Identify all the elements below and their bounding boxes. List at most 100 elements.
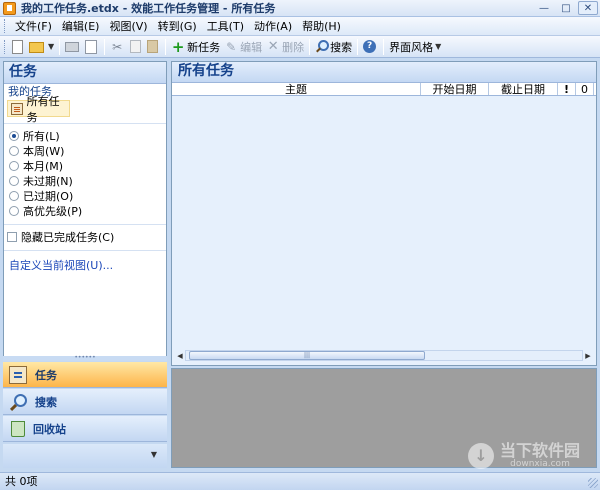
panel-title: 任务 bbox=[4, 62, 166, 84]
open-file-button[interactable]: ▼ bbox=[27, 38, 56, 56]
delete-button[interactable]: ✕ 删除 bbox=[264, 38, 306, 56]
scroll-thumb[interactable]: ||| bbox=[189, 351, 425, 360]
menu-actions[interactable]: 动作(A) bbox=[249, 18, 297, 35]
chevron-down-icon[interactable]: ▼ bbox=[151, 450, 157, 459]
window-controls: — □ ✕ bbox=[534, 1, 598, 15]
task-list-panel: 所有任务 主题 开始日期 截止日期 ! 0 ◀ ||| ▶ bbox=[171, 61, 597, 366]
nav-tasks-button[interactable]: 任务 bbox=[3, 362, 167, 388]
window-title: 我的工作任务.etdx - 效能工作任务管理 - 所有任务 bbox=[21, 2, 276, 15]
divider bbox=[4, 250, 166, 251]
watermark-title: 当下软件园 bbox=[499, 441, 580, 460]
column-start-date[interactable]: 开始日期 bbox=[421, 83, 489, 96]
title-bar: 我的工作任务.etdx - 效能工作任务管理 - 所有任务 — □ ✕ bbox=[0, 0, 600, 17]
menu-tools[interactable]: 工具(T) bbox=[202, 18, 249, 35]
pencil-icon: ✎ bbox=[226, 39, 237, 54]
delete-label: 删除 bbox=[282, 40, 305, 54]
toolbar-separator bbox=[309, 38, 311, 55]
watermark: ↓ 当下软件园 downxia.com bbox=[467, 441, 580, 469]
task-list-icon bbox=[11, 102, 23, 115]
task-list-icon bbox=[9, 365, 27, 384]
paste-icon bbox=[147, 40, 159, 53]
edit-button[interactable]: ✎ 编辑 bbox=[222, 38, 264, 56]
column-priority[interactable]: ! bbox=[558, 83, 576, 96]
hide-completed-toggle[interactable]: 隐藏已完成任务(C) bbox=[4, 229, 166, 244]
task-grid-header: 主题 开始日期 截止日期 ! 0 bbox=[172, 82, 596, 96]
search-icon bbox=[315, 40, 330, 53]
new-document-icon bbox=[12, 39, 23, 54]
radio-button[interactable] bbox=[9, 130, 19, 141]
radio-button[interactable] bbox=[9, 160, 19, 171]
filter-label: 高优先级(P) bbox=[23, 204, 83, 218]
menu-help[interactable]: 帮助(H) bbox=[297, 18, 346, 35]
help-button[interactable]: ? bbox=[361, 38, 380, 56]
filter-this-week[interactable]: 本周(W) bbox=[9, 143, 166, 158]
divider bbox=[4, 224, 166, 225]
filter-overdue[interactable]: 已过期(O) bbox=[9, 188, 166, 203]
view-title: 所有任务 bbox=[172, 62, 596, 82]
toolbar-separator bbox=[59, 38, 61, 55]
menu-grip[interactable] bbox=[4, 19, 7, 33]
scroll-right-icon[interactable]: ▶ bbox=[583, 352, 593, 360]
menu-edit[interactable]: 编辑(E) bbox=[57, 18, 105, 35]
printer-icon bbox=[65, 41, 80, 52]
filter-high-priority[interactable]: 高优先级(P) bbox=[9, 203, 166, 218]
filter-radio-group: 所有(L) 本周(W) 本月(M) 未过期(N) 已过期(O) 高优先级(P) bbox=[4, 128, 166, 218]
radio-button[interactable] bbox=[9, 145, 19, 156]
menu-view[interactable]: 视图(V) bbox=[104, 18, 152, 35]
toolbar: ▼ ✂ + 新任务 ✎ 编辑 ✕ 删除 搜索 ? 界面风格 ▼ bbox=[0, 36, 600, 58]
radio-button[interactable] bbox=[9, 205, 19, 216]
customize-view-link[interactable]: 自定义当前视图(U)... bbox=[4, 257, 166, 273]
print-preview-icon bbox=[85, 39, 98, 54]
delete-x-icon: ✕ bbox=[267, 38, 279, 54]
filter-label: 所有(L) bbox=[23, 129, 60, 143]
copy-icon bbox=[130, 40, 142, 53]
print-button[interactable] bbox=[63, 38, 83, 56]
close-button[interactable]: ✕ bbox=[578, 1, 598, 15]
scroll-left-icon[interactable]: ◀ bbox=[175, 352, 185, 360]
theme-dropdown[interactable]: 界面风格 ▼ bbox=[387, 38, 443, 56]
hide-completed-checkbox[interactable] bbox=[7, 231, 17, 242]
open-folder-icon bbox=[29, 42, 44, 53]
paste-button[interactable] bbox=[145, 38, 162, 56]
plus-icon: + bbox=[171, 37, 185, 56]
toolbar-separator bbox=[104, 38, 106, 55]
toolbar-grip[interactable] bbox=[4, 39, 7, 54]
nav-recycle-label: 回收站 bbox=[33, 422, 66, 436]
horizontal-scrollbar[interactable]: ◀ ||| ▶ bbox=[175, 349, 593, 362]
chevron-down-icon: ▼ bbox=[435, 42, 442, 51]
menu-goto[interactable]: 转到(G) bbox=[153, 18, 202, 35]
new-task-button[interactable]: + 新任务 bbox=[169, 38, 222, 56]
resize-grip[interactable] bbox=[588, 478, 598, 488]
filter-label: 本月(M) bbox=[23, 159, 64, 173]
filter-this-month[interactable]: 本月(M) bbox=[9, 158, 166, 173]
item-count: 共 0项 bbox=[5, 475, 38, 488]
radio-button[interactable] bbox=[9, 175, 19, 186]
maximize-button[interactable]: □ bbox=[556, 1, 576, 15]
search-button[interactable]: 搜索 bbox=[313, 38, 354, 56]
edit-label: 编辑 bbox=[240, 40, 263, 54]
watermark-url: downxia.com bbox=[510, 459, 570, 469]
print-preview-button[interactable] bbox=[83, 38, 101, 56]
panel-splitter[interactable]: •••••• bbox=[3, 355, 167, 361]
copy-button[interactable] bbox=[128, 38, 145, 56]
radio-button[interactable] bbox=[9, 190, 19, 201]
column-subject[interactable]: 主题 bbox=[172, 83, 421, 96]
minimize-button[interactable]: — bbox=[534, 1, 554, 15]
filter-all[interactable]: 所有(L) bbox=[9, 128, 166, 143]
recycle-bin-icon bbox=[11, 420, 25, 437]
download-arrow-icon: ↓ bbox=[467, 442, 494, 469]
cut-button[interactable]: ✂ bbox=[108, 38, 128, 56]
nav-pane-options[interactable]: ▼ bbox=[3, 444, 167, 468]
nav-recycle-button[interactable]: 回收站 bbox=[3, 416, 167, 442]
column-attachment[interactable]: 0 bbox=[576, 83, 594, 96]
column-due-date[interactable]: 截止日期 bbox=[489, 83, 558, 96]
scroll-track[interactable]: ||| bbox=[185, 350, 583, 361]
app-icon bbox=[3, 1, 16, 15]
menu-file[interactable]: 文件(F) bbox=[10, 18, 57, 35]
toolbar-separator bbox=[383, 38, 385, 55]
filter-not-overdue[interactable]: 未过期(N) bbox=[9, 173, 166, 188]
nav-search-button[interactable]: 搜索 bbox=[3, 389, 167, 415]
hide-completed-label: 隐藏已完成任务(C) bbox=[21, 230, 115, 244]
new-file-button[interactable] bbox=[10, 38, 27, 56]
folder-all-tasks[interactable]: 所有任务 bbox=[7, 95, 70, 124]
